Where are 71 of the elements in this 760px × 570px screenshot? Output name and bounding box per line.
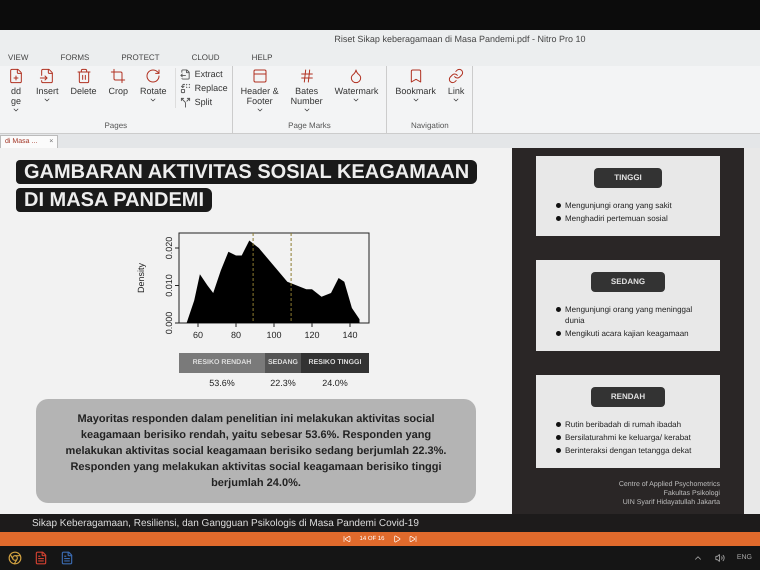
menu-tab[interactable]: FORMS bbox=[56, 52, 94, 64]
page-arrow-icon bbox=[180, 68, 191, 80]
activity-item: Bersilaturahmi ke keluarga/ kerabat bbox=[565, 432, 691, 443]
y-tick-label: 0.000 bbox=[164, 312, 174, 334]
ribbon-button[interactable]: Extract bbox=[180, 68, 228, 80]
bullet-icon bbox=[556, 307, 561, 312]
y-axis-label: Density bbox=[136, 263, 146, 293]
ribbon-button[interactable]: Watermark bbox=[330, 68, 382, 104]
ribbon-button[interactable]: dd ge bbox=[4, 68, 28, 114]
x-tick-label: 60 bbox=[193, 330, 203, 340]
volume-icon[interactable] bbox=[714, 553, 725, 563]
x-tick-label: 80 bbox=[231, 330, 241, 340]
bullet-icon bbox=[556, 448, 561, 453]
window-title: Riset Sikap keberagamaan di Masa Pandemi.pdf - Nitro Pro 10 bbox=[334, 33, 586, 46]
ribbon-button[interactable]: Replace bbox=[180, 82, 228, 94]
menu-tab[interactable]: HELP bbox=[248, 52, 276, 64]
trash-icon bbox=[76, 68, 92, 84]
browser-icon[interactable] bbox=[8, 551, 22, 565]
ribbon-button[interactable]: Bookmark bbox=[391, 68, 440, 104]
bullet-icon bbox=[556, 216, 561, 221]
category-label: RENDAH bbox=[590, 387, 666, 407]
ribbon-button[interactable]: Bates Number bbox=[286, 68, 327, 114]
activity-item: Mengikuti acara kajian keagamaan bbox=[565, 328, 689, 339]
ribbon-button[interactable]: Delete bbox=[66, 68, 101, 96]
ribbon-button[interactable]: Crop bbox=[104, 68, 132, 96]
first-page-icon[interactable] bbox=[343, 535, 352, 543]
activity-item: Mengunjungi orang yang meninggal dunia bbox=[565, 304, 694, 326]
bullet-icon bbox=[556, 422, 561, 427]
band-percentage: 24.0% bbox=[321, 377, 349, 390]
menu-tab[interactable]: VIEW bbox=[4, 52, 32, 64]
rotate-icon bbox=[145, 68, 162, 84]
page-arrow-icon bbox=[39, 68, 56, 84]
ribbon-group-label: Pages bbox=[103, 121, 128, 132]
x-tick-label: 140 bbox=[342, 330, 358, 340]
summary-card: Mayoritas responden dalam penelitian ini melakukan aktivitas social keagamaan berisiko rendah, yaitu sebesar 53.6%. Responden yang melakukan aktivitas social keagamaan berisiko sedang berjumlah 22.3%. Responden yang melakukan aktivitas social keagamaan berisiko tinggi berjumlah 24.0%. bbox=[36, 398, 476, 502]
bullet-icon bbox=[556, 331, 561, 336]
swap-icon bbox=[180, 82, 191, 94]
word-app-icon[interactable] bbox=[60, 551, 74, 565]
slide-footer: Sikap Keberagamaan, Resiliensi, dan Gangguan Psikologis di Masa Pandemi Covid-19 bbox=[32, 516, 419, 530]
bullet-icon bbox=[556, 203, 561, 208]
menu-tab[interactable]: CLOUD bbox=[188, 52, 224, 64]
menu-tab[interactable]: PROTECT bbox=[117, 52, 164, 64]
page-plus-icon bbox=[8, 68, 24, 84]
activity-item: Rutin beribadah di rumah ibadah bbox=[565, 419, 682, 430]
next-page-icon[interactable] bbox=[392, 535, 400, 543]
y-tick-label: 0.020 bbox=[164, 236, 174, 260]
link-icon bbox=[448, 68, 464, 84]
pdf-app-icon[interactable] bbox=[34, 551, 48, 565]
ribbon-group-label: Page Marks bbox=[287, 121, 332, 132]
crop-icon bbox=[110, 68, 126, 84]
last-page-icon[interactable] bbox=[408, 535, 416, 543]
split-icon bbox=[180, 96, 191, 108]
ribbon-group-label: Navigation bbox=[410, 121, 450, 132]
category-label: TINGGI bbox=[594, 168, 662, 188]
y-tick-label: 0.010 bbox=[164, 274, 174, 297]
ribbon-button[interactable]: Insert bbox=[32, 68, 63, 104]
category-label: SEDANG bbox=[590, 272, 666, 292]
page-header-icon bbox=[252, 68, 268, 84]
activity-item: Mengunjungi orang yang sakit bbox=[565, 200, 672, 211]
x-tick-label: 100 bbox=[266, 330, 282, 340]
band-percentage: 22.3% bbox=[269, 377, 297, 390]
ribbon-button[interactable]: Split bbox=[180, 96, 228, 108]
activity-item: Menghadiri pertemuan sosial bbox=[565, 213, 668, 224]
ribbon-button[interactable]: Header & Footer bbox=[236, 68, 283, 114]
x-tick-label: 120 bbox=[304, 330, 320, 340]
activity-item: Berinteraksi dengan tetangga dekat bbox=[565, 445, 692, 456]
hash-icon bbox=[298, 68, 315, 84]
ribbon-button[interactable]: Rotate bbox=[136, 68, 171, 104]
band-percentage: 53.6% bbox=[208, 377, 236, 390]
ribbon-button[interactable]: Link bbox=[444, 68, 468, 104]
bullet-icon bbox=[556, 435, 561, 440]
